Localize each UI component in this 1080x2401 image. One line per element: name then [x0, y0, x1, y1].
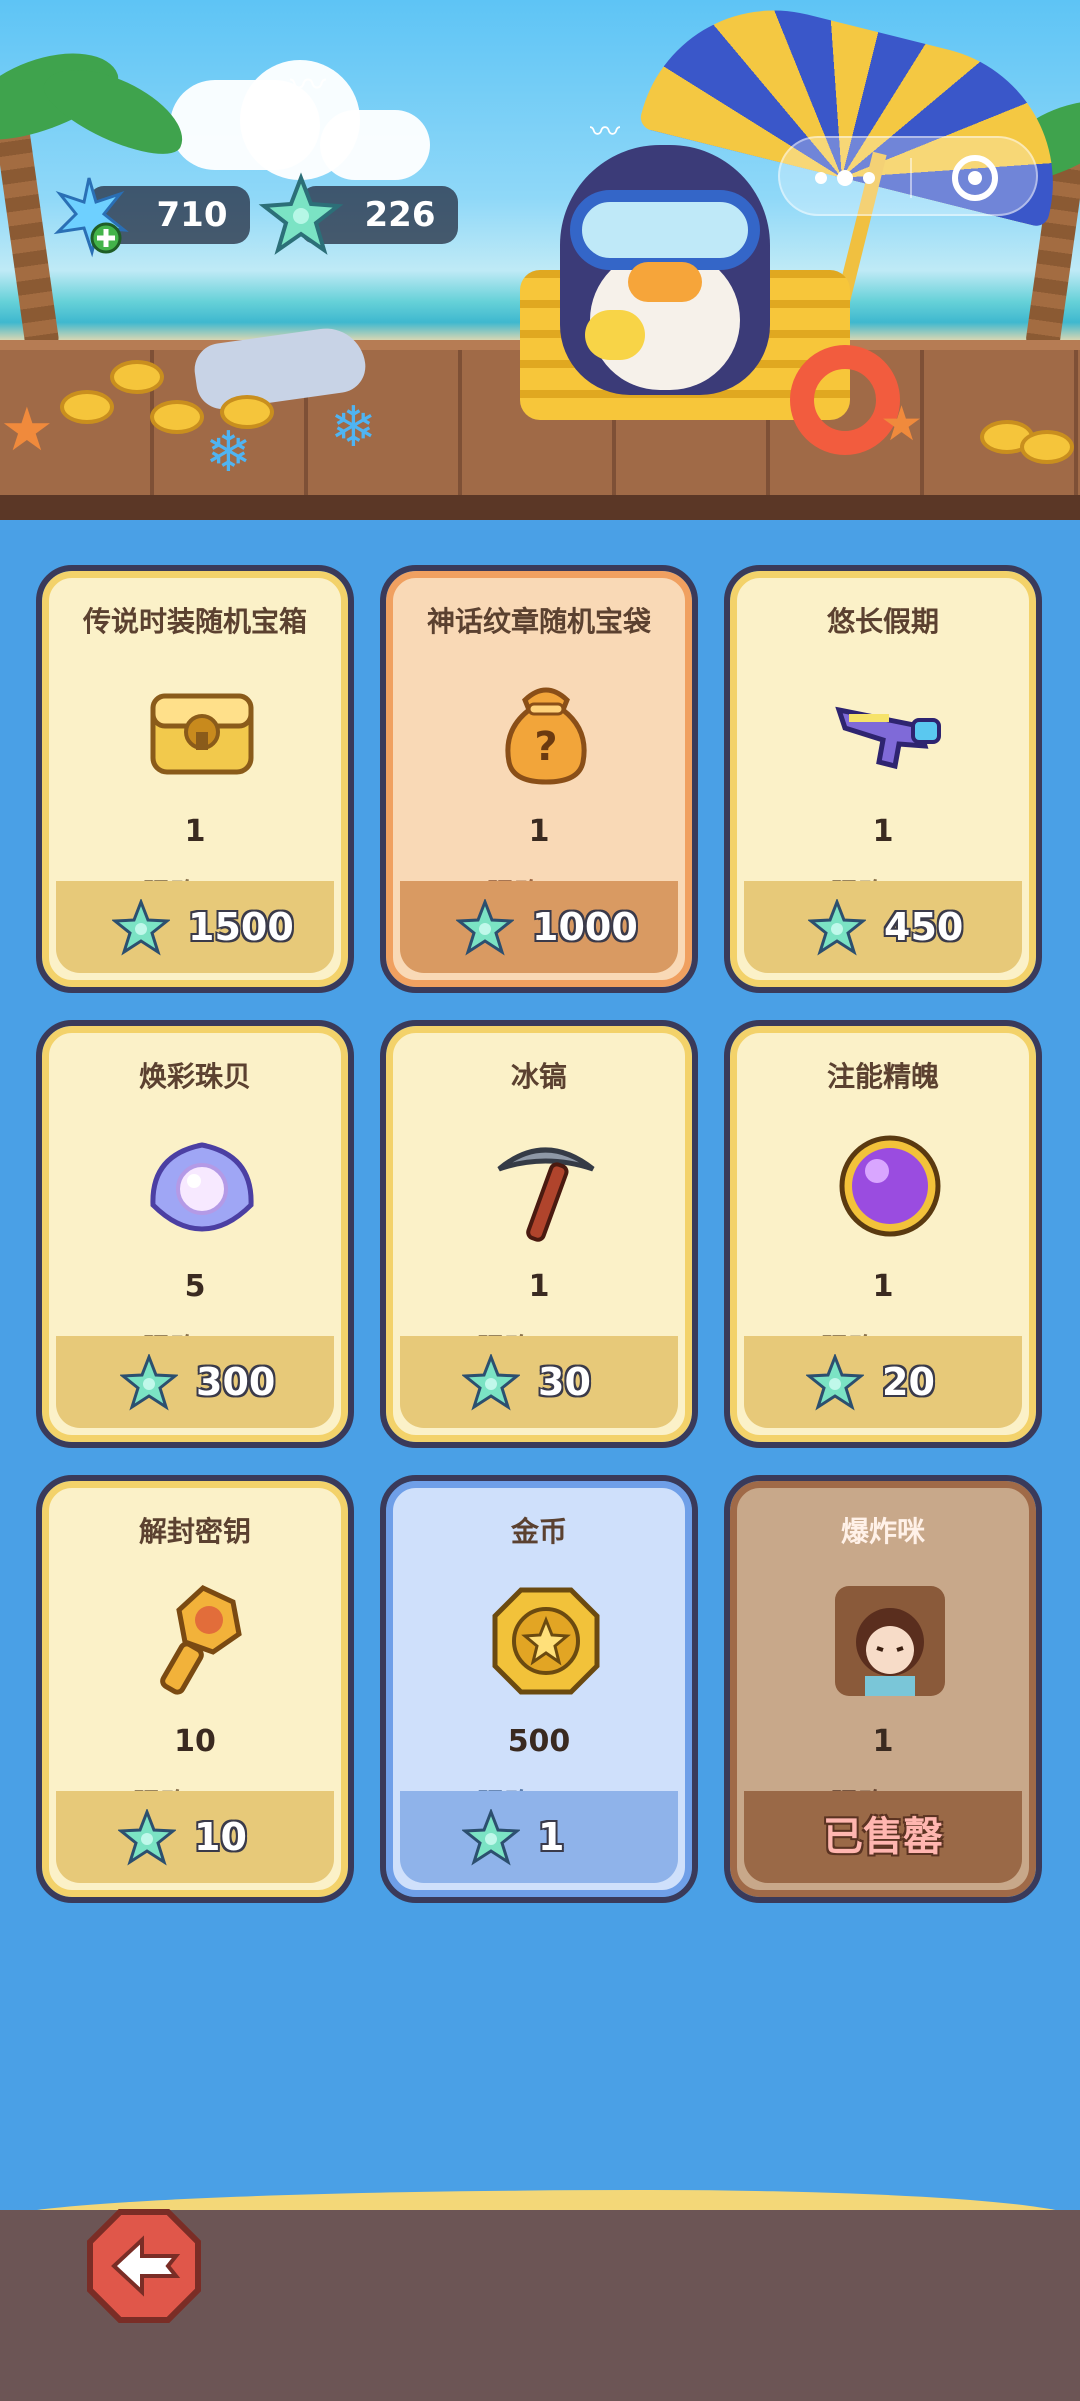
item-quantity: 1	[528, 1269, 550, 1304]
starfish-icon	[258, 172, 344, 255]
starfish-value: 226	[364, 195, 436, 235]
svg-text:?: ?	[534, 724, 557, 770]
starfish-icon	[116, 1807, 178, 1867]
seagull-icon: 〰	[590, 115, 620, 150]
key-icon	[141, 1580, 263, 1702]
chest-icon	[141, 670, 263, 792]
rubber-duck-icon	[585, 310, 645, 360]
coin-icon	[1020, 430, 1074, 464]
card-body: 焕彩珠贝 5 限购0/4 300	[42, 1026, 348, 1442]
card-body: 传说时装随机宝箱 1 限购0/2 1500	[42, 571, 348, 987]
item-quantity: 1	[872, 1269, 894, 1304]
item-name: 冰镐	[510, 1060, 567, 1093]
buy-button[interactable]: 10	[56, 1791, 334, 1883]
miniprogram-capsule	[778, 136, 1038, 216]
gold-coin-icon	[485, 1580, 607, 1702]
item-name: 焕彩珠贝	[138, 1060, 251, 1093]
deck-edge	[0, 495, 1080, 520]
buy-button[interactable]: 450	[744, 881, 1022, 973]
buy-button[interactable]: 1000	[400, 881, 678, 973]
item-name: 爆炸咪	[840, 1515, 925, 1548]
buy-button[interactable]: 300	[56, 1336, 334, 1428]
starfish-icon	[460, 1807, 522, 1867]
shop-item-card[interactable]: 神话纹章随机宝袋 ? 1 限购0/1 1000	[380, 565, 698, 993]
goggles-icon	[570, 190, 760, 270]
item-quantity: 1	[872, 814, 894, 849]
coin-icon	[60, 390, 114, 424]
pearl-shell-icon	[141, 1125, 263, 1247]
card-body: 冰镐 1 限购0/10 30	[386, 1026, 692, 1442]
starfish-icon: ★	[0, 395, 54, 465]
starfish-icon	[804, 1352, 866, 1412]
starfish-icon	[460, 1352, 522, 1412]
shop-item-card[interactable]: 焕彩珠贝 5 限购0/4 300	[36, 1020, 354, 1448]
starfish-icon	[110, 897, 172, 957]
item-quantity: 5	[184, 1269, 206, 1304]
price-value: 20	[882, 1360, 935, 1404]
item-name: 金币	[510, 1515, 567, 1548]
card-body: 解封密钥 10 限购0/99 10	[42, 1481, 348, 1897]
ice-crystal-icon: ❄	[205, 420, 252, 485]
card-body: 爆炸咪 1 限购1/1 已售罄	[730, 1481, 1036, 1897]
card-body: 注能精魄 1 限购0/20 20	[730, 1026, 1036, 1442]
seagull-icon: 〰	[290, 65, 327, 106]
price-value: 30	[538, 1360, 591, 1404]
item-quantity: 10	[174, 1724, 216, 1759]
mystery-bag-icon: ?	[485, 670, 607, 792]
shop-item-card[interactable]: 注能精魄 1 限购0/20 20	[724, 1020, 1042, 1448]
back-arrow-icon[interactable]	[84, 2206, 204, 2326]
item-name: 解封密钥	[138, 1515, 251, 1548]
sold-out-label: 已售罄	[823, 1814, 943, 1860]
item-quantity: 1	[528, 814, 550, 849]
price-value: 1000	[532, 905, 638, 949]
buy-button[interactable]: 20	[744, 1336, 1022, 1428]
price-value: 1	[538, 1815, 565, 1859]
item-name: 传说时装随机宝箱	[82, 605, 307, 638]
card-body: 神话纹章随机宝袋 ? 1 限购0/1 1000	[386, 571, 692, 987]
shop-item-card[interactable]: 金币 500 限购0/99 1	[380, 1475, 698, 1903]
shop-item-card[interactable]: 解封密钥 10 限购0/99 10	[36, 1475, 354, 1903]
card-body: 悠长假期 1 限购0/8 450	[730, 571, 1036, 987]
more-dots-icon[interactable]	[780, 138, 910, 218]
beach-scene-banner: 〰 〰 ❄ ❄ ★ ★	[0, 0, 1080, 520]
pickaxe-icon	[485, 1125, 607, 1247]
coin-icon	[150, 400, 204, 434]
item-name: 注能精魄	[826, 1060, 939, 1093]
ice-crystal-value: 710	[156, 195, 228, 235]
price-value: 300	[196, 1360, 276, 1404]
character-portrait-icon	[829, 1580, 951, 1702]
price-value: 10	[194, 1815, 247, 1859]
item-name: 神话纹章随机宝袋	[426, 605, 651, 638]
shop-item-card[interactable]: 冰镐 1 限购0/10 30	[380, 1020, 698, 1448]
price-value: 450	[884, 905, 964, 949]
card-body: 金币 500 限购0/99 1	[386, 1481, 692, 1897]
starfish-icon	[454, 897, 516, 957]
starfish-icon	[806, 897, 868, 957]
item-quantity: 1	[184, 814, 206, 849]
ice-crystal-icon: ❄	[330, 395, 377, 460]
purple-orb-icon	[829, 1125, 951, 1247]
ice-crystal-plus-icon[interactable]	[46, 172, 132, 258]
buy-button[interactable]: 1500	[56, 881, 334, 973]
buy-button[interactable]: 1	[400, 1791, 678, 1883]
coin-icon	[110, 360, 164, 394]
shop-item-card[interactable]: 传说时装随机宝箱 1 限购0/2 1500	[36, 565, 354, 993]
sold-out-bar: 已售罄	[744, 1791, 1022, 1883]
shop-item-card[interactable]: 爆炸咪 1 限购1/1 已售罄	[724, 1475, 1042, 1903]
penguin-beak	[628, 262, 702, 302]
item-name: 悠长假期	[826, 605, 939, 638]
starfish-icon: ★	[880, 396, 924, 452]
starfish-icon	[118, 1352, 180, 1412]
cloud	[320, 110, 430, 180]
item-quantity: 500	[507, 1724, 571, 1759]
water-gun-icon	[829, 670, 951, 792]
item-quantity: 1	[872, 1724, 894, 1759]
buy-button[interactable]: 30	[400, 1336, 678, 1428]
price-value: 1500	[188, 905, 294, 949]
target-close-icon[interactable]	[910, 138, 1040, 218]
shop-item-card[interactable]: 悠长假期 1 限购0/8 450	[724, 565, 1042, 993]
